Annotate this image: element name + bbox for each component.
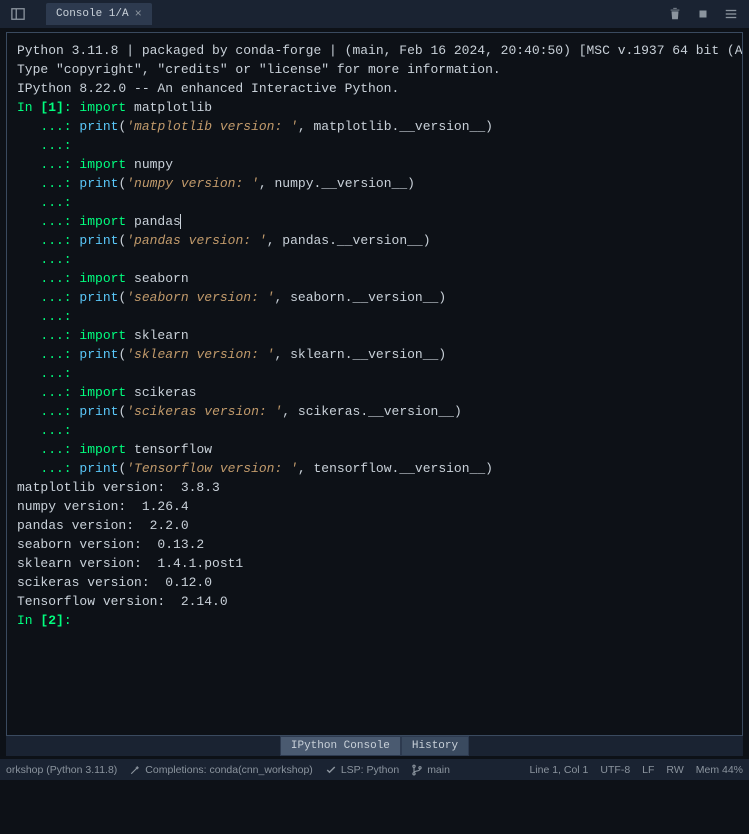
- prompt-continuation: ...:: [17, 347, 79, 362]
- prompt-continuation: ...:: [17, 233, 79, 248]
- prompt-continuation: ...:: [17, 214, 79, 229]
- prompt-continuation: ...:: [17, 138, 79, 153]
- prompt-in: In: [17, 613, 40, 628]
- banner-line: Python 3.11.8 | packaged by conda-forge …: [17, 41, 732, 60]
- status-mem[interactable]: Mem 44%: [696, 764, 743, 776]
- prompt-continuation: ...:: [17, 423, 79, 438]
- code-line: In [1]: import matplotlib: [17, 98, 732, 117]
- output-line: Tensorflow version: 2.14.0: [17, 592, 732, 611]
- close-icon[interactable]: ×: [135, 7, 142, 21]
- title-bar: Console 1/A ×: [0, 0, 749, 28]
- code-line: ...: import pandas: [17, 212, 732, 231]
- code-line: ...:: [17, 307, 732, 326]
- git-branch-icon: [411, 764, 423, 776]
- output-line: pandas version: 2.2.0: [17, 516, 732, 535]
- prompt-line: In [2]:: [17, 611, 732, 630]
- status-rw[interactable]: RW: [666, 764, 683, 776]
- prompt-continuation: ...:: [17, 195, 79, 210]
- output-line: matplotlib version: 3.8.3: [17, 478, 732, 497]
- code-line: ...:: [17, 364, 732, 383]
- status-branch[interactable]: main: [411, 764, 450, 776]
- code-line: ...: import numpy: [17, 155, 732, 174]
- tab-history[interactable]: History: [401, 736, 469, 756]
- code-line: ...: print('sklearn version: ', sklearn.…: [17, 345, 732, 364]
- stop-icon[interactable]: [693, 4, 713, 24]
- code-line: ...:: [17, 421, 732, 440]
- prompt-num: [1]: [40, 100, 63, 115]
- prompt-in: In: [17, 100, 40, 115]
- status-bar: orkshop (Python 3.11.8) Completions: con…: [0, 758, 749, 780]
- prompt-num: [2]: [40, 613, 63, 628]
- prompt-continuation: ...:: [17, 385, 79, 400]
- output-line: numpy version: 1.26.4: [17, 497, 732, 516]
- tab-ipython-console[interactable]: IPython Console: [280, 736, 401, 756]
- console-wrap: Python 3.11.8 | packaged by conda-forge …: [0, 28, 749, 758]
- prompt-continuation: ...:: [17, 271, 79, 286]
- status-env[interactable]: orkshop (Python 3.11.8): [6, 764, 117, 776]
- code-line: ...: print('scikeras version: ', scikera…: [17, 402, 732, 421]
- status-encoding[interactable]: UTF-8: [600, 764, 630, 776]
- banner-line: Type "copyright", "credits" or "license"…: [17, 60, 732, 79]
- prompt-continuation: ...:: [17, 176, 79, 191]
- menu-icon[interactable]: [721, 4, 741, 24]
- status-position[interactable]: Line 1, Col 1: [529, 764, 588, 776]
- code-line: ...: print('matplotlib version: ', matpl…: [17, 117, 732, 136]
- code-line: ...: import scikeras: [17, 383, 732, 402]
- bottom-tabs: IPython Console History: [6, 736, 743, 756]
- code-line: ...:: [17, 250, 732, 269]
- banner-line: IPython 8.22.0 -- An enhanced Interactiv…: [17, 79, 732, 98]
- prompt-continuation: ...:: [17, 328, 79, 343]
- prompt-continuation: ...:: [17, 442, 79, 457]
- status-lsp[interactable]: LSP: Python: [325, 764, 399, 776]
- code-line: ...: print('numpy version: ', numpy.__ve…: [17, 174, 732, 193]
- code-line: ...: import seaborn: [17, 269, 732, 288]
- code-line: ...: print('pandas version: ', pandas.__…: [17, 231, 732, 250]
- blank-area: [0, 780, 749, 834]
- code-line: ...: print('seaborn version: ', seaborn.…: [17, 288, 732, 307]
- prompt-continuation: ...:: [17, 157, 79, 172]
- output-line: scikeras version: 0.12.0: [17, 573, 732, 592]
- code-line: ...: import tensorflow: [17, 440, 732, 459]
- code-line: ...:: [17, 136, 732, 155]
- output-line: seaborn version: 0.13.2: [17, 535, 732, 554]
- prompt-continuation: ...:: [17, 404, 79, 419]
- prompt-continuation: ...:: [17, 366, 79, 381]
- code-line: ...: import sklearn: [17, 326, 732, 345]
- prompt-continuation: ...:: [17, 309, 79, 324]
- text-cursor: [180, 214, 181, 229]
- prompt-continuation: ...:: [17, 461, 79, 476]
- prompt-continuation: ...:: [17, 119, 79, 134]
- code-line: ...: print('Tensorflow version: ', tenso…: [17, 459, 732, 478]
- trash-icon[interactable]: [665, 4, 685, 24]
- panel-icon[interactable]: [8, 4, 28, 24]
- console-output[interactable]: Python 3.11.8 | packaged by conda-forge …: [6, 32, 743, 736]
- code-line: ...:: [17, 193, 732, 212]
- status-eol[interactable]: LF: [642, 764, 654, 776]
- tab-label: Console 1/A: [56, 8, 129, 20]
- output-line: sklearn version: 1.4.1.post1: [17, 554, 732, 573]
- check-icon: [325, 764, 337, 776]
- prompt-continuation: ...:: [17, 290, 79, 305]
- status-completions[interactable]: Completions: conda(cnn_workshop): [129, 764, 313, 776]
- prompt-continuation: ...:: [17, 252, 79, 267]
- console-tab[interactable]: Console 1/A ×: [46, 3, 152, 25]
- wand-icon: [129, 764, 141, 776]
